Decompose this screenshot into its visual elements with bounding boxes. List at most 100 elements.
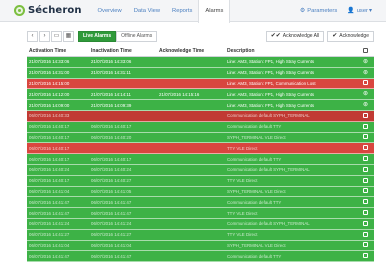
nav-right: ⚙ Parameters 👤 user ▾ [290, 7, 374, 15]
activation-time-cell: 21/07/2016 14:33:06 [29, 59, 70, 65]
user-label: user [356, 7, 368, 14]
table-row[interactable]: 06/07/2016 14:41:24 06/07/2016 14:41:24 Co… [27, 218, 374, 230]
activation-time-cell: 06/07/2016 14:40:17 [29, 156, 70, 162]
alarms-page: Sécheron Overview Data View Reports Alar… [0, 0, 386, 280]
inactivation-time-cell: 06/07/2016 14:40:24 [91, 167, 132, 173]
brand-logo[interactable]: Sécheron [14, 0, 82, 22]
user-menu[interactable]: 👤 user ▾ [347, 7, 374, 15]
table-row[interactable]: 06/07/2016 14:40:33 Communication default… [27, 110, 374, 122]
table-row[interactable]: 06/07/2016 14:40:17 TTY VLE Direct [27, 143, 374, 155]
parameters-link[interactable]: ⚙ Parameters [300, 7, 337, 15]
activation-time-cell: 21/07/2016 14:09:00 [29, 102, 70, 108]
activation-time-cell: 06/07/2016 14:40:17 [29, 124, 70, 130]
row-checkbox-icon [363, 123, 368, 129]
acknowledge-label: Acknowledge [339, 32, 369, 39]
table-row[interactable]: 06/07/2016 14:40:17 06/07/2016 14:40:17 Co… [27, 121, 374, 133]
table-row[interactable]: 06/07/2016 14:40:24 06/07/2016 14:40:24 Co… [27, 164, 374, 176]
nav-reports[interactable]: Reports [166, 0, 198, 22]
row-select-cell[interactable] [357, 156, 374, 162]
header-acknowledge-time[interactable]: Acknowledge Time [159, 48, 227, 54]
row-select-cell[interactable] [357, 145, 374, 151]
description-cell: Communication default SYPH_TERMINAL [227, 167, 310, 173]
inactivation-time-cell: 06/07/2016 14:41:05 [91, 188, 132, 194]
header-description[interactable]: Description [227, 48, 357, 54]
alarms-table: Activation Time Inactivation Time Acknow… [27, 46, 374, 263]
table-row[interactable]: 21/07/2016 14:09:00 21/07/2016 14:09:39 Li… [27, 100, 374, 111]
offline-alarms-button[interactable]: Offline Alarms [116, 30, 158, 42]
alarm-toolbar: ‹ › ▭ ▦ Live Alarms Offline Alarms ✔✔ Ac… [27, 30, 374, 42]
inactivation-time-cell: 06/07/2016 14:40:17 [91, 124, 132, 130]
inactivation-time-cell: 06/07/2016 14:41:24 [91, 221, 132, 227]
acknowledge-button[interactable]: ✔ Acknowledge [327, 30, 374, 42]
header-activation-time[interactable]: Activation Time [27, 48, 91, 54]
row-select-cell[interactable] [357, 199, 374, 205]
row-select-cell[interactable] [357, 177, 374, 184]
row-select-cell[interactable] [357, 188, 374, 194]
row-checkbox-icon [363, 134, 368, 140]
row-select-cell[interactable] [357, 210, 374, 216]
row-select-cell[interactable]: ⊛ [357, 91, 374, 97]
next-page-button[interactable]: › [39, 30, 50, 42]
table-row[interactable]: 06/07/2016 14:41:04 06/07/2016 14:41:04 SY… [27, 240, 374, 252]
inactivation-time-cell: 06/07/2016 14:40:17 [91, 156, 132, 162]
table-row[interactable]: 06/07/2016 14:40:17 06/07/2016 14:40:27 TT… [27, 175, 374, 187]
grid-view-button[interactable]: ▦ [63, 30, 74, 42]
row-select-cell[interactable] [357, 80, 374, 86]
table-row[interactable]: 21/07/2016 14:31:00 21/07/2016 14:31:11 Li… [27, 67, 374, 79]
row-checkbox-icon [363, 188, 368, 194]
activation-time-cell: 06/07/2016 14:40:17 [29, 145, 70, 151]
nav-overview[interactable]: Overview [92, 0, 128, 22]
table-row[interactable]: 21/07/2016 14:12:00 21/07/2016 14:14:11 21… [27, 89, 374, 101]
row-select-cell[interactable] [357, 253, 374, 259]
header-inactivation-time[interactable]: Inactivation Time [91, 48, 159, 54]
live-alarms-button[interactable]: Live Alarms [78, 30, 117, 42]
row-checkbox-icon [363, 231, 368, 237]
row-status-icon: ⊛ [362, 102, 369, 109]
table-row[interactable]: 06/07/2016 14:41:27 06/07/2016 14:41:27 TT… [27, 229, 374, 241]
row-select-cell[interactable] [357, 123, 374, 130]
description-cell: Line: AM3, Station: FP1, Communication L… [227, 80, 316, 86]
description-cell: TTY VLE Direct [227, 178, 258, 184]
row-select-cell[interactable] [357, 231, 374, 238]
inactivation-time-cell: 06/07/2016 14:41:47 [91, 199, 132, 205]
row-select-cell[interactable] [357, 220, 374, 227]
table-row[interactable]: 21/07/2016 14:33:06 21/07/2016 14:33:06 Li… [27, 57, 374, 68]
table-row[interactable]: 06/07/2016 14:40:17 06/07/2016 14:40:20 SY… [27, 132, 374, 144]
table-row[interactable]: 06/07/2016 14:41:04 06/07/2016 14:41:05 SY… [27, 186, 374, 198]
chevron-down-icon: ▾ [368, 8, 372, 14]
table-row[interactable]: 06/07/2016 14:41:47 06/07/2016 14:41:47 TT… [27, 208, 374, 219]
activation-time-cell: 06/07/2016 14:40:17 [29, 134, 70, 140]
calendar-button[interactable]: ▭ [51, 30, 62, 42]
activation-time-cell: 06/07/2016 14:40:17 [29, 178, 70, 184]
inactivation-time-cell: 06/07/2016 14:41:47 [91, 253, 132, 259]
row-status-icon: ⊛ [362, 69, 369, 76]
table-header: Activation Time Inactivation Time Acknow… [27, 46, 374, 57]
row-select-cell[interactable] [357, 112, 374, 119]
inactivation-time-cell: 21/07/2016 14:09:39 [91, 102, 132, 108]
nav-alarms[interactable]: Alarms [198, 0, 231, 23]
row-select-cell[interactable]: ⊛ [357, 59, 374, 65]
description-cell: Communication default TTY [227, 124, 282, 130]
table-row[interactable]: 06/07/2016 14:41:47 06/07/2016 14:41:47 Co… [27, 197, 374, 209]
nav-data-view[interactable]: Data View [128, 0, 166, 22]
activation-time-cell: 06/07/2016 14:41:27 [29, 232, 70, 238]
row-checkbox-icon [363, 199, 368, 205]
acknowledge-time-cell: 21/07/2016 14:15:16 [159, 91, 200, 97]
table-row[interactable]: 06/07/2016 14:41:47 06/07/2016 14:41:47 Co… [27, 251, 374, 263]
row-select-cell[interactable] [357, 134, 374, 140]
row-select-cell[interactable] [357, 166, 374, 173]
table-row[interactable]: 06/07/2016 14:40:17 06/07/2016 14:40:17 Co… [27, 154, 374, 165]
table-body: 21/07/2016 14:33:06 21/07/2016 14:33:06 Li… [27, 57, 374, 263]
row-status-icon: ⊛ [362, 58, 369, 65]
header-select-all[interactable] [357, 47, 374, 55]
row-select-cell[interactable] [357, 242, 374, 248]
row-checkbox-icon [363, 112, 368, 118]
row-select-cell[interactable]: ⊛ [357, 102, 374, 108]
activation-time-cell: 06/07/2016 14:40:33 [29, 113, 70, 119]
row-select-cell[interactable]: ⊛ [357, 70, 374, 76]
description-cell: SYPH_TERMINAL VLE Direct [227, 242, 286, 248]
table-row[interactable]: 21/07/2016 14:15:00 Line: AM3, Station: F… [27, 78, 374, 90]
prev-page-button[interactable]: ‹ [27, 30, 38, 42]
acknowledge-all-button[interactable]: ✔✔ Acknowledge All [265, 30, 325, 42]
description-cell: TTY VLE Direct [227, 145, 258, 151]
